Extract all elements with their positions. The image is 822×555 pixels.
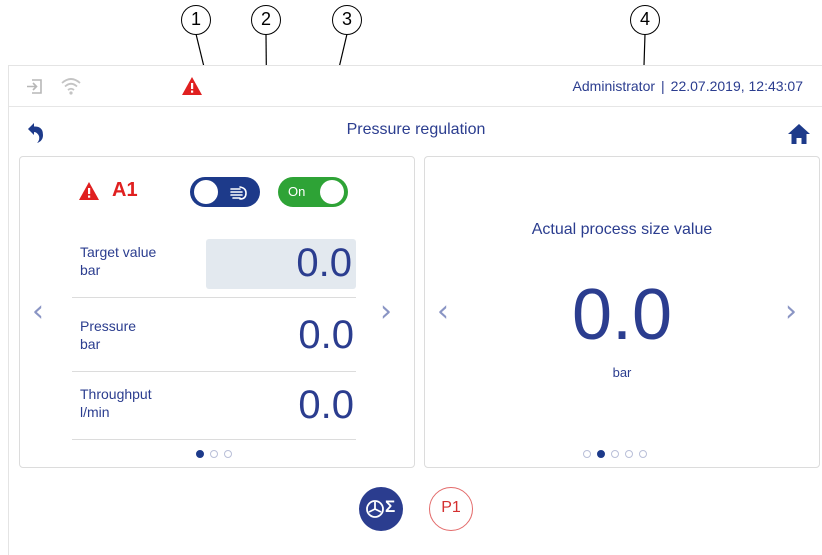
page-indicator: [583, 450, 647, 458]
power-toggle-label: On: [288, 184, 306, 199]
status-separator: |: [661, 78, 665, 94]
sigma-label: Σ: [385, 497, 396, 516]
p1-label: P1: [441, 499, 461, 516]
divider: [72, 439, 356, 440]
status-datetime: 22.07.2019, 12:43:07: [670, 78, 803, 94]
throughput-value: 0.0: [298, 383, 354, 427]
callout-3: 3: [332, 5, 362, 35]
pump-overview-button[interactable]: Σ: [359, 487, 403, 531]
divider: [72, 297, 356, 298]
pump-icon: [366, 500, 384, 518]
target-value-input[interactable]: 0.0: [206, 239, 356, 289]
throughput-unit: l/min: [80, 404, 110, 420]
prev-arrow[interactable]: ‹: [437, 297, 449, 327]
pressure-value: 0.0: [298, 313, 354, 357]
toggle-knob: [194, 180, 218, 204]
divider: [72, 371, 356, 372]
power-toggle[interactable]: On: [278, 177, 348, 207]
hmi-screen: Administrator | 22.07.2019, 12:43:07 Press…: [8, 65, 822, 555]
status-bar: Administrator | 22.07.2019, 12:43:07: [9, 66, 822, 107]
alarm-id: A1: [112, 179, 138, 201]
status-info: Administrator | 22.07.2019, 12:43:07: [573, 78, 803, 94]
process-unit: bar: [612, 365, 632, 380]
callout-2: 2: [251, 5, 281, 35]
row-label-throughput: Throughput l/min: [80, 385, 152, 421]
user-name[interactable]: Administrator: [573, 78, 655, 94]
home-icon[interactable]: [787, 123, 811, 145]
page-dot[interactable]: [597, 450, 605, 458]
target-label: Target value: [80, 244, 157, 260]
callout-1: 1: [181, 5, 211, 35]
row-label-pressure: Pressure bar: [80, 317, 136, 353]
pressure-unit: bar: [80, 336, 101, 352]
login-icon[interactable]: [25, 76, 45, 96]
page-dot[interactable]: [224, 450, 232, 458]
p1-button[interactable]: P1: [429, 487, 473, 531]
throughput-label: Throughput: [80, 386, 152, 402]
page-dot[interactable]: [611, 450, 619, 458]
next-arrow[interactable]: ›: [785, 297, 797, 327]
wifi-icon: [61, 78, 81, 95]
process-title: Actual process size value: [531, 221, 713, 238]
control-panel: A1 On Target value bar 0.0 Pressure bar …: [19, 156, 415, 468]
next-arrow[interactable]: ›: [380, 297, 392, 327]
hand-icon: [230, 186, 247, 200]
row-label-target: Target value bar: [80, 243, 156, 279]
target-value: 0.0: [296, 241, 352, 285]
pressure-label: Pressure: [80, 318, 137, 334]
page-indicator: [196, 450, 232, 458]
process-value: 0.0: [571, 275, 673, 355]
callout-4: 4: [630, 5, 660, 35]
page-dot[interactable]: [196, 450, 204, 458]
process-value-panel: Actual process size value 0.0 bar ‹ ›: [424, 156, 820, 468]
manual-mode-toggle[interactable]: [190, 177, 260, 207]
target-unit: bar: [80, 262, 101, 278]
page-title: Pressure regulation: [346, 121, 486, 138]
alarm-icon: [79, 182, 99, 200]
page-dot[interactable]: [625, 450, 633, 458]
page-dot[interactable]: [639, 450, 647, 458]
page-dot[interactable]: [210, 450, 218, 458]
prev-arrow[interactable]: ‹: [32, 297, 44, 327]
page-dot[interactable]: [583, 450, 591, 458]
toggle-knob: [320, 180, 344, 204]
warning-icon[interactable]: [181, 76, 203, 96]
